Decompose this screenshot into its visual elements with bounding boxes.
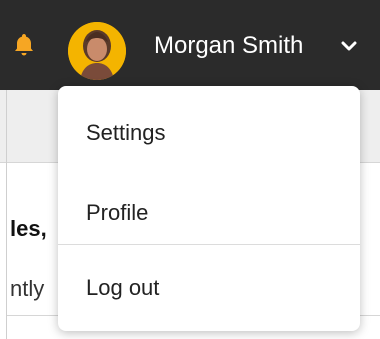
- menu-item-profile[interactable]: Profile: [86, 200, 148, 226]
- avatar[interactable]: [68, 22, 126, 80]
- chevron-down-icon[interactable]: [341, 40, 357, 52]
- username-label[interactable]: Morgan Smith: [154, 32, 303, 60]
- top-bar: Morgan Smith: [0, 0, 380, 90]
- menu-item-settings[interactable]: Settings: [86, 120, 166, 146]
- background-divider-vertical: [6, 90, 7, 339]
- background-heading-text: les,: [10, 216, 47, 241]
- background-subtext: ntly: [10, 276, 45, 301]
- user-menu-dropdown: Settings Profile Log out: [58, 86, 360, 331]
- menu-item-log-out[interactable]: Log out: [86, 275, 159, 301]
- bell-icon[interactable]: [14, 33, 34, 57]
- menu-divider: [58, 244, 360, 245]
